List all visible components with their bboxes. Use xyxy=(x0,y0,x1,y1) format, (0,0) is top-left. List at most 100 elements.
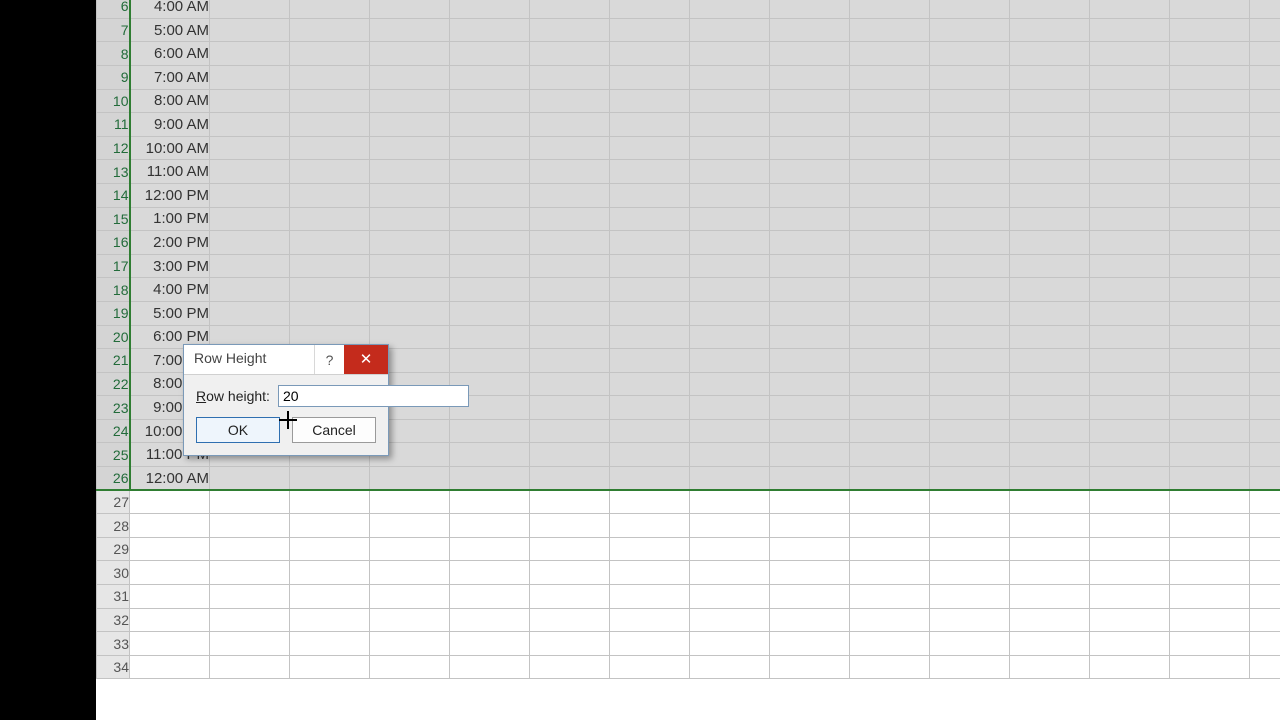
cell[interactable] xyxy=(1090,632,1170,656)
cell[interactable] xyxy=(850,561,930,585)
cell[interactable] xyxy=(370,113,450,137)
cell[interactable] xyxy=(930,585,1010,609)
cell[interactable] xyxy=(850,160,930,184)
cell[interactable] xyxy=(610,396,690,420)
cell[interactable] xyxy=(610,65,690,89)
time-cell[interactable] xyxy=(130,561,210,585)
cell[interactable] xyxy=(610,113,690,137)
cell[interactable] xyxy=(770,443,850,467)
cell[interactable] xyxy=(1170,585,1250,609)
cell[interactable] xyxy=(1010,467,1090,491)
cell[interactable] xyxy=(1090,89,1170,113)
cell[interactable] xyxy=(1010,113,1090,137)
cell[interactable] xyxy=(1010,301,1090,325)
cell[interactable] xyxy=(1090,655,1170,679)
cell[interactable] xyxy=(290,65,370,89)
cell[interactable] xyxy=(210,113,290,137)
time-cell[interactable] xyxy=(130,585,210,609)
row-header[interactable]: 24 xyxy=(97,419,130,443)
cell[interactable] xyxy=(1010,537,1090,561)
row-header[interactable]: 32 xyxy=(97,608,130,632)
time-cell[interactable] xyxy=(130,655,210,679)
cell[interactable] xyxy=(690,490,770,514)
cell[interactable] xyxy=(370,89,450,113)
time-cell[interactable]: 7:00 AM xyxy=(130,65,210,89)
cell[interactable] xyxy=(770,419,850,443)
cell[interactable] xyxy=(1170,490,1250,514)
cell[interactable] xyxy=(370,608,450,632)
cell[interactable] xyxy=(690,608,770,632)
cell[interactable] xyxy=(690,443,770,467)
row-header[interactable]: 31 xyxy=(97,585,130,609)
cell[interactable] xyxy=(1170,301,1250,325)
cell[interactable] xyxy=(770,655,850,679)
cell[interactable] xyxy=(690,419,770,443)
cell[interactable] xyxy=(690,632,770,656)
cell[interactable] xyxy=(770,160,850,184)
cell[interactable] xyxy=(850,42,930,66)
cell[interactable] xyxy=(210,467,290,491)
cell[interactable] xyxy=(1010,18,1090,42)
cell[interactable] xyxy=(1250,136,1280,160)
cell[interactable] xyxy=(690,231,770,255)
cell[interactable] xyxy=(1010,42,1090,66)
cell[interactable] xyxy=(850,231,930,255)
cell[interactable] xyxy=(690,467,770,491)
cell[interactable] xyxy=(850,207,930,231)
cell[interactable] xyxy=(290,585,370,609)
cell[interactable] xyxy=(530,42,610,66)
cell[interactable] xyxy=(850,278,930,302)
cell[interactable] xyxy=(850,65,930,89)
row-header[interactable]: 16 xyxy=(97,231,130,255)
cell[interactable] xyxy=(610,301,690,325)
cell[interactable] xyxy=(850,301,930,325)
time-cell[interactable] xyxy=(130,537,210,561)
cell[interactable] xyxy=(290,301,370,325)
cell[interactable] xyxy=(370,278,450,302)
cell[interactable] xyxy=(530,231,610,255)
cell[interactable] xyxy=(1010,207,1090,231)
cell[interactable] xyxy=(210,278,290,302)
cell[interactable] xyxy=(1010,490,1090,514)
cell[interactable] xyxy=(290,655,370,679)
cell[interactable] xyxy=(1250,160,1280,184)
cell[interactable] xyxy=(1170,160,1250,184)
cell[interactable] xyxy=(1250,278,1280,302)
cell[interactable] xyxy=(210,18,290,42)
cell[interactable] xyxy=(530,183,610,207)
time-cell[interactable] xyxy=(130,490,210,514)
time-cell[interactable]: 5:00 AM xyxy=(130,18,210,42)
cell[interactable] xyxy=(930,632,1010,656)
cell[interactable] xyxy=(1090,207,1170,231)
cell[interactable] xyxy=(850,136,930,160)
cell[interactable] xyxy=(370,0,450,18)
cell[interactable] xyxy=(370,632,450,656)
cell[interactable] xyxy=(1090,0,1170,18)
cell[interactable] xyxy=(930,207,1010,231)
cell[interactable] xyxy=(450,514,530,538)
cell[interactable] xyxy=(610,608,690,632)
cell[interactable] xyxy=(690,372,770,396)
cell[interactable] xyxy=(770,0,850,18)
cell[interactable] xyxy=(530,207,610,231)
cell[interactable] xyxy=(1170,42,1250,66)
cell[interactable] xyxy=(1090,278,1170,302)
cell[interactable] xyxy=(1090,160,1170,184)
cell[interactable] xyxy=(530,89,610,113)
cell[interactable] xyxy=(290,514,370,538)
cell[interactable] xyxy=(1250,443,1280,467)
cell[interactable] xyxy=(530,136,610,160)
time-cell[interactable]: 9:00 AM xyxy=(130,113,210,137)
cell[interactable] xyxy=(610,632,690,656)
cell[interactable] xyxy=(690,18,770,42)
cell[interactable] xyxy=(610,537,690,561)
cell[interactable] xyxy=(930,561,1010,585)
row-header[interactable]: 34 xyxy=(97,655,130,679)
cell[interactable] xyxy=(770,42,850,66)
cell[interactable] xyxy=(690,514,770,538)
cell[interactable] xyxy=(450,113,530,137)
cell[interactable] xyxy=(210,183,290,207)
cell[interactable] xyxy=(610,561,690,585)
cell[interactable] xyxy=(1090,65,1170,89)
cell[interactable] xyxy=(1010,443,1090,467)
